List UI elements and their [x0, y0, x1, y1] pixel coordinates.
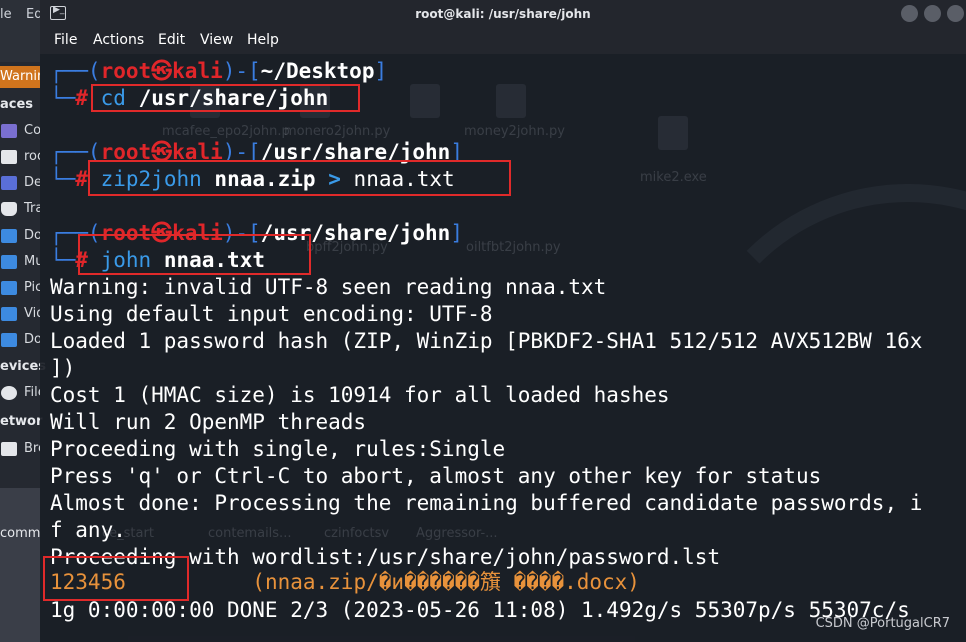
prompt-host: kali — [172, 59, 223, 83]
sidebar-item-desktop[interactable]: Desktop — [0, 173, 40, 195]
sidebar-item-label: File System — [24, 385, 40, 400]
output-line: Loaded 1 password hash (ZIP, WinZip [PBK… — [50, 329, 923, 353]
menu-file[interactable]: File — [54, 32, 77, 48]
music-folder-icon — [1, 255, 17, 269]
background-menu-file[interactable]: le — [0, 7, 12, 22]
sidebar-item-trash[interactable]: Trash — [0, 199, 40, 221]
pictures-folder-icon — [1, 281, 17, 295]
highlight-box — [43, 556, 189, 601]
ghost-file-label: mcafee_epo2john.p — [162, 124, 290, 139]
sidebar-item-label: root — [24, 149, 40, 164]
ghost-file-label: oiltfbt2john.py — [466, 240, 561, 255]
sidebar-item-label: Documents — [24, 228, 40, 243]
desktop-folder-icon — [1, 176, 17, 190]
sidebar-item-label: Videos — [24, 306, 40, 321]
sidebar-item-downloads[interactable]: Downloads — [0, 330, 40, 352]
highlight-box — [91, 84, 360, 112]
output-line: Using default input encoding: UTF-8 — [50, 302, 493, 326]
background-nav-bar: ⬅ ➡ — [0, 30, 40, 85]
output-line: ]) — [50, 356, 76, 380]
output-line: Almost done: Processing the remaining bu… — [50, 491, 923, 515]
ghost-file-icon — [410, 84, 440, 118]
window-title: root@kali: /usr/share/john — [415, 7, 591, 21]
sidebar-item-filesystem[interactable]: File System — [0, 383, 40, 405]
videos-folder-icon — [1, 307, 17, 321]
trash-icon — [1, 202, 17, 216]
sidebar-item-label: Pictures — [24, 280, 40, 295]
highlight-box — [88, 160, 511, 196]
output-line: Proceeding with single, rules:Single — [50, 437, 506, 461]
sidebar-item-network[interactable]: Browse Network — [0, 439, 40, 461]
sidebar-item-computer[interactable]: Computer — [0, 121, 40, 143]
ghost-file-label: monero2john.py — [284, 124, 391, 139]
prompt-user: root — [100, 59, 152, 83]
ghost-file-label: Aggressor-... — [416, 526, 498, 541]
terminal-menubar: File Actions Edit View Help — [40, 28, 966, 54]
computer-icon — [1, 124, 17, 138]
output-line: f any. — [50, 518, 126, 542]
ghost-file-label: money2john.py — [464, 124, 565, 139]
status-line: 1g 0:00:00:00 DONE 2/3 (2023-05-26 11:08… — [50, 598, 910, 622]
ghost-file-icon — [658, 116, 688, 150]
sidebar-item-label: Computer — [24, 123, 40, 138]
menu-edit[interactable]: Edit — [158, 32, 185, 48]
kali-dragon-watermark — [680, 184, 966, 640]
downloads-folder-icon — [1, 333, 17, 347]
sidebar-item-pictures[interactable]: Pictures — [0, 278, 40, 300]
desktop-label: comm — [0, 526, 41, 541]
close-button[interactable] — [947, 5, 964, 22]
terminal-output[interactable]: mcafee_epo2john.p monero2john.py money2j… — [40, 54, 966, 642]
sidebar-item-label: Music — [24, 254, 40, 269]
sidebar-item-label: Desktop — [24, 175, 40, 190]
terminal-window: ▶_ root@kali: /usr/share/john File Actio… — [40, 0, 966, 642]
sidebar-item-documents[interactable]: Documents — [0, 226, 40, 248]
warning-banner: Warning — [0, 66, 40, 88]
disk-icon — [1, 386, 17, 400]
prompt-line: ┌──(root㉿kali)-[~/Desktop] — [50, 59, 388, 83]
network-heading: etwor — [0, 414, 43, 429]
warning-label: Warning — [0, 69, 40, 84]
prompt-path: ~/Desktop — [260, 59, 375, 83]
output-line: Warning: invalid UTF-8 seen reading nnaa… — [50, 275, 607, 299]
sidebar-item-root[interactable]: root — [0, 147, 40, 169]
sidebar-item-label: Trash — [24, 201, 40, 216]
cracked-source: (nnaa.zip/�и������籏 ����.docx) — [252, 570, 640, 594]
menu-actions[interactable]: Actions — [93, 32, 144, 48]
sidebar-item-label: Downloads — [24, 332, 40, 347]
ghost-file-icon — [496, 84, 526, 118]
menu-help[interactable]: Help — [247, 32, 279, 48]
menu-view[interactable]: View — [200, 32, 233, 48]
maximize-button[interactable] — [924, 5, 941, 22]
output-line: Will run 2 OpenMP threads — [50, 410, 367, 434]
output-line: Cost 1 (HMAC size) is 10914 for all load… — [50, 383, 670, 407]
documents-folder-icon — [1, 229, 17, 243]
sidebar-item-music[interactable]: Music — [0, 252, 40, 274]
output-line: Press 'q' or Ctrl-C to abort, almost any… — [50, 464, 822, 488]
sidebar-item-label: Browse Network — [24, 441, 40, 456]
sidebar-item-videos[interactable]: Videos — [0, 304, 40, 326]
desktop-area — [0, 488, 40, 642]
ghost-file-label: mike2.exe — [640, 170, 707, 185]
highlight-box — [78, 234, 311, 275]
minimize-button[interactable] — [901, 5, 918, 22]
prompt-symbol: ㉿ — [151, 59, 173, 83]
ghost-file-label: contemails... — [208, 526, 292, 541]
terminal-titlebar[interactable]: ▶_ root@kali: /usr/share/john — [40, 0, 966, 28]
network-icon — [1, 442, 17, 456]
ghost-file-label: czinfoctsv — [324, 526, 390, 541]
places-heading: aces — [0, 97, 34, 112]
watermark: CSDN @PortugalCR7 — [815, 616, 950, 631]
home-folder-icon — [1, 150, 17, 164]
